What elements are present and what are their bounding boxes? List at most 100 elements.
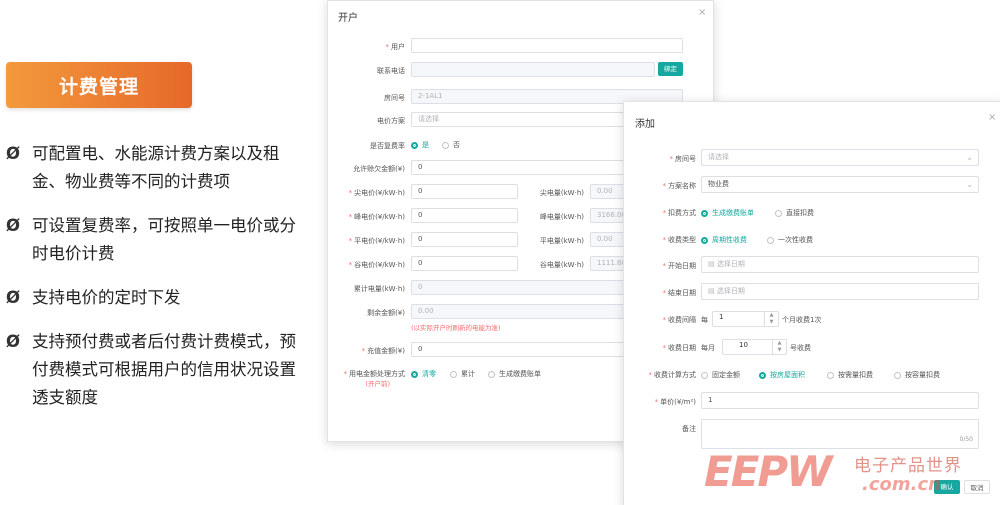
radio-checked-icon (759, 371, 766, 379)
peak-price-label: * 尖电价(¥/kW·h) (348, 189, 405, 197)
valley-price-input[interactable]: 0 (411, 256, 518, 271)
radio-checked-icon (701, 236, 708, 244)
feature-item: Ø 可设置复费率，可按照单一电价或分时电价计费 (6, 212, 306, 268)
feature-text: 支持电价的定时下发 (32, 288, 181, 307)
radio-icon (894, 371, 901, 379)
calc-capacity-radio[interactable]: 按容量扣费 (894, 370, 940, 380)
radio-icon (450, 370, 457, 378)
interval-prefix: 每 (701, 316, 708, 324)
remark-textarea[interactable]: 0/50 (701, 419, 979, 449)
radio-icon (767, 236, 774, 244)
user-label: * 用户 (385, 43, 406, 51)
charge-date-stepper[interactable]: 10 ▲ ▼ (722, 339, 787, 355)
mode-bill-radio[interactable]: 生成缴费账单 (488, 369, 541, 379)
flat-price-label: * 平电价(¥/kW·h) (348, 237, 405, 245)
feature-text: 支持预付费或者后付费计费模式，预付费模式可根据用户的信用状况设置透支额度 (32, 332, 296, 407)
stepper-arrows-icon[interactable]: ▲ ▼ (764, 312, 778, 326)
feature-item: Ø 支持电价的定时下发 (6, 284, 306, 312)
interval-label: * 收费间隔 (662, 316, 697, 324)
unit-price-label: * 单价(¥/m²) (654, 398, 696, 406)
valley-price-label: * 谷电价(¥/kW·h) (348, 261, 405, 269)
start-date-label: * 开始日期 (662, 262, 697, 270)
multi-rate-no-radio[interactable]: 否 (442, 140, 460, 150)
deduct-label: * 扣费方式 (662, 209, 697, 217)
add-charge-dialog: 添加 × * 房间号 请选择 ⌄ * 方案名称 物业费 ⌄ * 扣费方式 生成缴费账单 直… (623, 101, 1000, 505)
flat-price-input[interactable]: 0 (411, 232, 518, 247)
charge-type-label: * 收费类型 (662, 236, 697, 244)
remark-counter: 0/50 (959, 436, 973, 443)
peak-price-input[interactable]: 0 (411, 184, 518, 199)
deduct-bill-radio[interactable]: 生成缴费账单 (701, 208, 754, 218)
cancel-button[interactable]: 取消 (964, 480, 990, 494)
radio-icon (442, 141, 449, 149)
close-icon[interactable]: × (698, 7, 706, 18)
date-suffix: 号收费 (790, 344, 811, 352)
dialog-title: 添加 (635, 119, 655, 130)
end-date-label: * 结束日期 (662, 289, 697, 297)
plan-label: * 方案名称 (662, 182, 697, 190)
phone-input[interactable] (411, 62, 655, 77)
balance-note: (以实际开户时刷新的电能为准) (411, 324, 501, 332)
deduct-direct-radio[interactable]: 直接扣费 (775, 208, 814, 218)
stepper-arrows-icon[interactable]: ▲ ▼ (772, 340, 786, 354)
periodic-radio[interactable]: 周期性收费 (701, 235, 747, 245)
plan-select[interactable]: 物业费 ⌄ (701, 176, 979, 193)
mode-accumulate-radio[interactable]: 累计 (450, 369, 475, 379)
mode-sub-label: (开户前) (365, 380, 390, 388)
user-input[interactable] (411, 38, 683, 53)
chevron-down-icon: ⌄ (966, 153, 973, 162)
charge-date-label: * 收费日期 (662, 344, 697, 352)
calendar-icon: ▤ (708, 260, 717, 268)
feature-item: Ø 可配置电、水能源计费方案以及租金、物业费等不同的计费项 (6, 140, 306, 196)
billing-badge: 计费管理 (6, 62, 192, 108)
radio-icon (775, 209, 782, 217)
recharge-label: * 充值金额(¥) (361, 347, 405, 355)
calc-label: * 收费计算方式 (648, 371, 697, 379)
feature-list: Ø 可配置电、水能源计费方案以及租金、物业费等不同的计费项 Ø 可设置复费率，可按照… (6, 140, 306, 428)
peak-energy-label: 尖电量(kW·h) (539, 189, 584, 197)
radio-checked-icon (411, 370, 418, 378)
room-select[interactable]: 请选择 ⌄ (701, 149, 979, 166)
room-label: 房间号 (384, 94, 405, 102)
page: 计费管理 Ø 可配置电、水能源计费方案以及租金、物业费等不同的计费项 Ø 可设置复费… (0, 0, 1000, 505)
radio-checked-icon (411, 141, 418, 149)
interval-suffix: 个月收费1次 (782, 316, 822, 324)
calc-area-radio[interactable]: 按房屋面积 (759, 370, 805, 380)
date-prefix: 每月 (701, 344, 715, 352)
calc-demand-radio[interactable]: 按需量扣费 (827, 370, 873, 380)
unit-price-input[interactable]: 1 (701, 392, 979, 409)
dialog-title: 开户 (338, 13, 358, 24)
overdraft-label: 允许赊欠金额(¥) (353, 165, 405, 173)
close-icon[interactable]: × (988, 112, 996, 123)
multi-rate-label: 是否复费率 (370, 142, 405, 150)
valley-energy-label: 谷电量(kW·h) (539, 261, 584, 269)
balance-label: 剩余金额(¥) (367, 309, 405, 317)
feature-item: Ø 支持预付费或者后付费计费模式，预付费模式可根据用户的信用状况设置透支额度 (6, 328, 306, 412)
start-date-picker[interactable]: ▤ 选择日期 (701, 256, 979, 273)
high-price-input[interactable]: 0 (411, 208, 518, 223)
flat-energy-label: 平电量(kW·h) (539, 237, 584, 245)
chevron-down-icon: ⌄ (966, 180, 973, 189)
multi-rate-yes-radio[interactable]: 是 (411, 140, 429, 150)
room-label: * 房间号 (669, 155, 697, 163)
high-price-label: * 峰电价(¥/kW·h) (348, 213, 405, 221)
high-energy-label: 峰电量(kW·h) (539, 213, 584, 221)
feature-text: 可配置电、水能源计费方案以及租金、物业费等不同的计费项 (32, 144, 280, 191)
mode-clear-radio[interactable]: 清零 (411, 369, 436, 379)
end-date-picker[interactable]: ▤ 选择日期 (701, 283, 979, 300)
calendar-icon: ▤ (708, 287, 717, 295)
confirm-button[interactable]: 确认 (934, 480, 960, 494)
radio-checked-icon (701, 209, 708, 217)
price-plan-label: 电价方案 (377, 117, 405, 125)
calc-fixed-radio[interactable]: 固定金额 (701, 370, 740, 380)
phone-label: 联系电话 (377, 67, 405, 75)
total-energy-label: 累计电量(kW·h) (353, 285, 405, 293)
radio-icon (701, 371, 708, 379)
feature-text: 可设置复费率，可按照单一电价或分时电价计费 (32, 216, 296, 263)
interval-stepper[interactable]: 1 ▲ ▼ (712, 311, 779, 327)
radio-icon (827, 371, 834, 379)
radio-icon (488, 370, 495, 378)
remark-label: 备注 (682, 425, 696, 433)
one-time-radio[interactable]: 一次性收费 (767, 235, 813, 245)
bind-button[interactable]: 绑定 (658, 62, 683, 76)
